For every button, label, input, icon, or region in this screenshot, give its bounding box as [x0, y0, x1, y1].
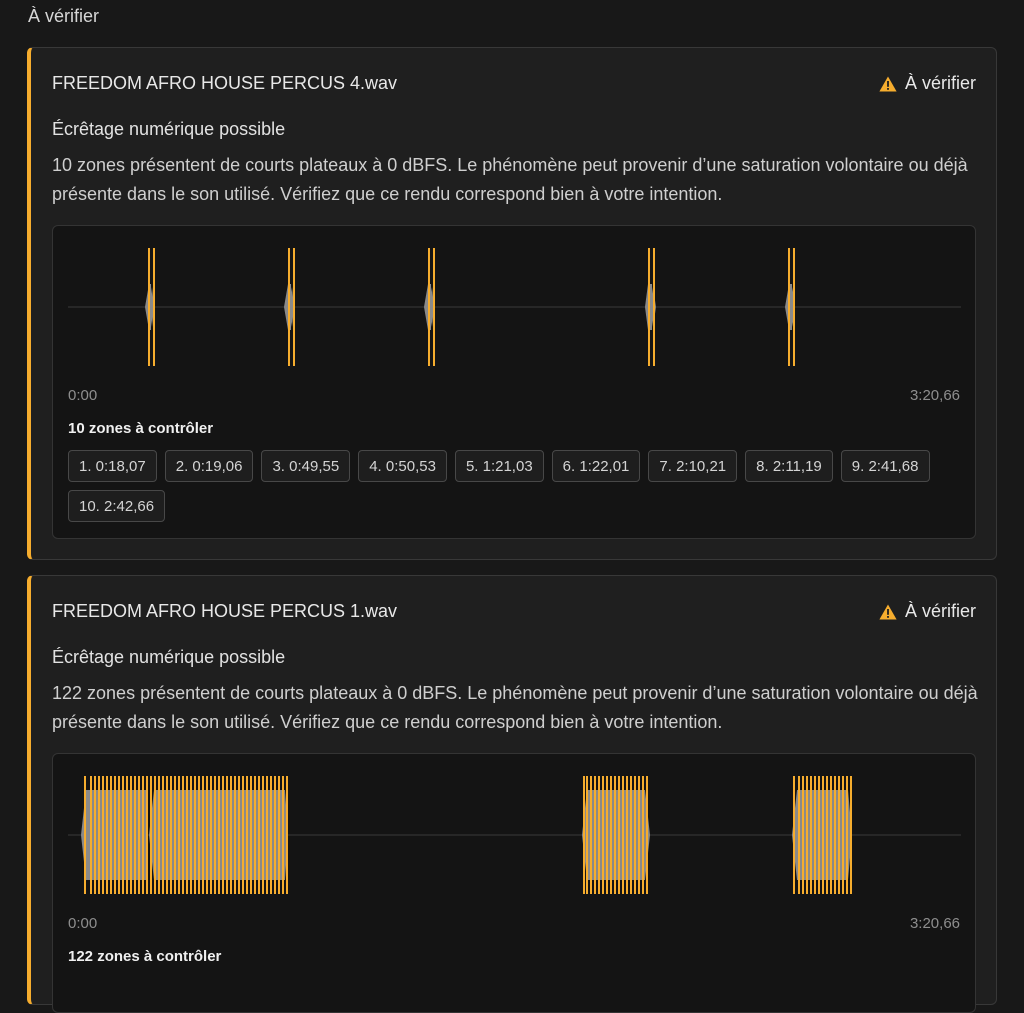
zone-chip[interactable]: 2. 0:19,06	[164, 450, 254, 482]
time-start: 0:00	[68, 915, 98, 932]
zones-count: 122 zones à contrôler	[68, 948, 222, 965]
zone-chip[interactable]: 10. 2:42,66	[68, 490, 166, 522]
issue-description: 10 zones présentent de courts plateaux à…	[52, 155, 968, 204]
time-end: 3:20,66	[909, 915, 960, 932]
status-badge: À vérifier	[879, 601, 976, 622]
issue-title: Écrêtage numérique possible	[52, 119, 286, 139]
zone-chip[interactable]: 8. 2:11,19	[745, 450, 833, 482]
result-card: FREEDOM AFRO HOUSE PERCUS 1.wav À vérifi…	[27, 575, 997, 1013]
issue-title: Écrêtage numérique possible	[52, 647, 286, 667]
file-name: FREEDOM AFRO HOUSE PERCUS 1.wav	[52, 601, 398, 621]
zone-chip[interactable]: 5. 1:21,03	[454, 450, 544, 482]
zone-chip[interactable]: 6. 1:22,01	[551, 450, 641, 482]
waveform[interactable]	[68, 240, 961, 380]
zone-chip[interactable]: 1. 0:18,07	[68, 450, 157, 482]
section-title: À vérifier	[28, 6, 100, 26]
waveform-panel: 0:00 3:20,66 122 zones à contrôler	[52, 753, 976, 1013]
result-card: FREEDOM AFRO HOUSE PERCUS 4.wav À vérifi…	[27, 47, 997, 560]
zone-chip[interactable]: 3. 0:49,55	[261, 450, 351, 482]
zone-chip[interactable]: 9. 2:41,68	[840, 450, 930, 482]
status-label: À vérifier	[904, 73, 976, 93]
file-name: FREEDOM AFRO HOUSE PERCUS 4.wav	[52, 73, 398, 93]
warning-triangle-icon	[879, 76, 897, 91]
time-start: 0:00	[68, 387, 98, 404]
zones-count: 10 zones à contrôler	[68, 420, 214, 437]
warning-triangle-icon	[879, 604, 897, 619]
issue-description: 122 zones présentent de courts plateaux …	[52, 683, 978, 732]
zone-chip[interactable]: 4. 0:50,53	[358, 450, 447, 482]
waveform[interactable]	[68, 768, 961, 908]
status-label: À vérifier	[904, 601, 976, 621]
zone-list: 1. 0:18,07 2. 0:19,06 3. 0:49,55 4. 0:50…	[68, 450, 968, 522]
status-badge: À vérifier	[879, 73, 976, 94]
waveform-panel: 0:00 3:20,66 10 zones à contrôler 1. 0:1…	[52, 225, 976, 539]
zone-chip[interactable]: 7. 2:10,21	[648, 450, 738, 482]
time-end: 3:20,66	[909, 387, 960, 404]
